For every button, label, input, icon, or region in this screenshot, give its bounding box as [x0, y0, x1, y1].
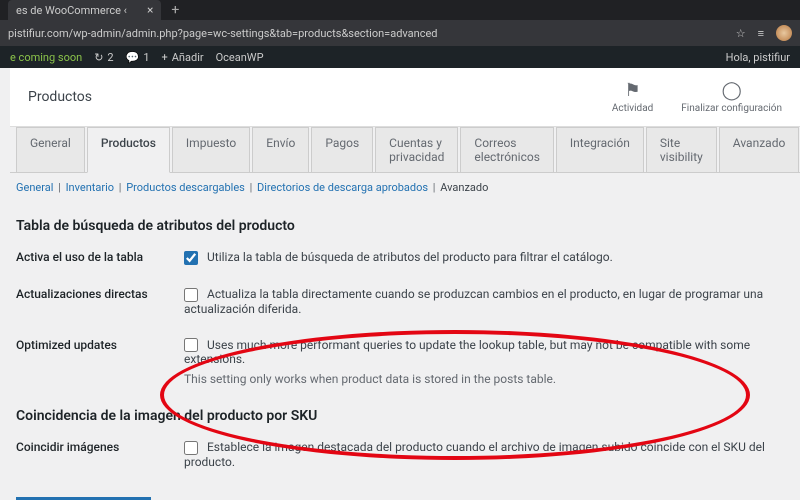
activity-label: Actividad — [612, 103, 653, 114]
browser-tab-title: es de WooCommerce ‹ — [16, 4, 127, 17]
subtab-link[interactable]: Inventario — [66, 181, 115, 194]
browser-tab-strip: es de WooCommerce ‹ × + — [0, 0, 800, 20]
updates-count: 2 — [107, 51, 113, 64]
content-area: Productos ⚑ Actividad ◯ Finalizar config… — [0, 68, 800, 500]
wp-admin-bar: e coming soon ↻ 2 💬 1 + Añadir OceanWP H… — [0, 46, 800, 68]
tab-envío[interactable]: Envío — [252, 127, 309, 172]
enable-table-checkbox[interactable] — [184, 251, 198, 265]
checkbox-row[interactable]: Uses much more performant queries to upd… — [184, 338, 750, 367]
new-tab-button[interactable]: + — [171, 2, 179, 18]
tab-integración[interactable]: Integración — [556, 127, 644, 172]
tab-productos[interactable]: Productos — [87, 127, 170, 173]
page-header: Productos ⚑ Actividad ◯ Finalizar config… — [10, 68, 800, 127]
browser-tab[interactable]: es de WooCommerce ‹ × — [8, 0, 161, 20]
bookmark-star-icon[interactable]: ☆ — [736, 27, 746, 40]
close-icon[interactable]: × — [147, 3, 153, 17]
checkbox-row[interactable]: Utiliza la tabla de búsqueda de atributo… — [184, 250, 613, 264]
checkbox-row[interactable]: Actualiza la tabla directamente cuando s… — [184, 287, 763, 316]
profile-avatar-icon[interactable] — [776, 25, 792, 41]
browser-url-bar: pistifiur.com/wp-admin/admin.php?page=wc… — [0, 20, 800, 46]
checkbox-text: Establece la imagen destacada del produc… — [184, 440, 765, 469]
tab-avanzado[interactable]: Avanzado — [719, 127, 800, 172]
comments-count: 1 — [143, 51, 149, 64]
optimized-updates-checkbox[interactable] — [184, 338, 198, 352]
subtab-current: Avanzado — [440, 181, 488, 194]
greeting-menu[interactable]: Hola, pistifiur — [726, 51, 790, 64]
subtab-link[interactable]: Productos descargables — [126, 181, 245, 194]
add-new-button[interactable]: + Añadir — [162, 51, 204, 64]
page-title: Productos — [28, 89, 92, 105]
subtab-link[interactable]: General — [16, 181, 53, 194]
coming-soon-badge[interactable]: e coming soon — [10, 51, 82, 64]
finish-label: Finalizar configuración — [681, 103, 782, 114]
updates-button[interactable]: ↻ 2 — [94, 51, 113, 64]
refresh-icon: ↻ — [94, 51, 103, 64]
subtab-link[interactable]: Directorios de descarga aprobados — [257, 181, 428, 194]
settings-subtabs: General | Inventario | Productos descarg… — [10, 173, 800, 202]
field-label: Actualizaciones directas — [16, 287, 184, 316]
settings-tabs: GeneralProductosImpuestoEnvíoPagosCuenta… — [10, 127, 800, 173]
direct-updates-checkbox[interactable] — [184, 288, 198, 302]
field-label: Coincidir imágenes — [16, 440, 184, 469]
comment-icon: 💬 — [126, 51, 140, 64]
plus-icon: + — [162, 51, 168, 64]
circle-icon: ◯ — [681, 80, 782, 101]
finish-setup-button[interactable]: ◯ Finalizar configuración — [681, 80, 782, 114]
tab-general[interactable]: General — [16, 127, 85, 172]
theme-link[interactable]: OceanWP — [216, 51, 264, 64]
section-heading: Coincidencia de la imagen del producto p… — [16, 408, 794, 424]
checkbox-text: Actualiza la tabla directamente cuando s… — [184, 287, 763, 316]
field-description: This setting only works when product dat… — [184, 372, 794, 386]
activity-button[interactable]: ⚑ Actividad — [612, 80, 653, 114]
field-label: Activa el uso de la tabla — [16, 250, 184, 265]
url-text[interactable]: pistifiur.com/wp-admin/admin.php?page=wc… — [8, 27, 438, 40]
match-images-checkbox[interactable] — [184, 441, 198, 455]
tab-pagos[interactable]: Pagos — [311, 127, 373, 172]
add-label: Añadir — [172, 51, 204, 64]
checkbox-text: Uses much more performant queries to upd… — [184, 338, 750, 367]
flag-icon: ⚑ — [612, 80, 653, 101]
menu-icon[interactable]: ≡ — [758, 27, 764, 40]
tab-impuesto[interactable]: Impuesto — [172, 127, 250, 172]
checkbox-row[interactable]: Establece la imagen destacada del produc… — [184, 440, 765, 469]
tab-correos-electrónicos[interactable]: Correos electrónicos — [460, 127, 554, 172]
checkbox-text: Utiliza la tabla de búsqueda de atributo… — [207, 250, 613, 264]
tab-site-visibility[interactable]: Site visibility — [646, 127, 717, 172]
comments-button[interactable]: 💬 1 — [126, 51, 150, 64]
tab-cuentas-y-privacidad[interactable]: Cuentas y privacidad — [375, 127, 458, 172]
section-heading: Tabla de búsqueda de atributos del produ… — [16, 218, 794, 234]
field-label: Optimized updates — [16, 338, 184, 387]
